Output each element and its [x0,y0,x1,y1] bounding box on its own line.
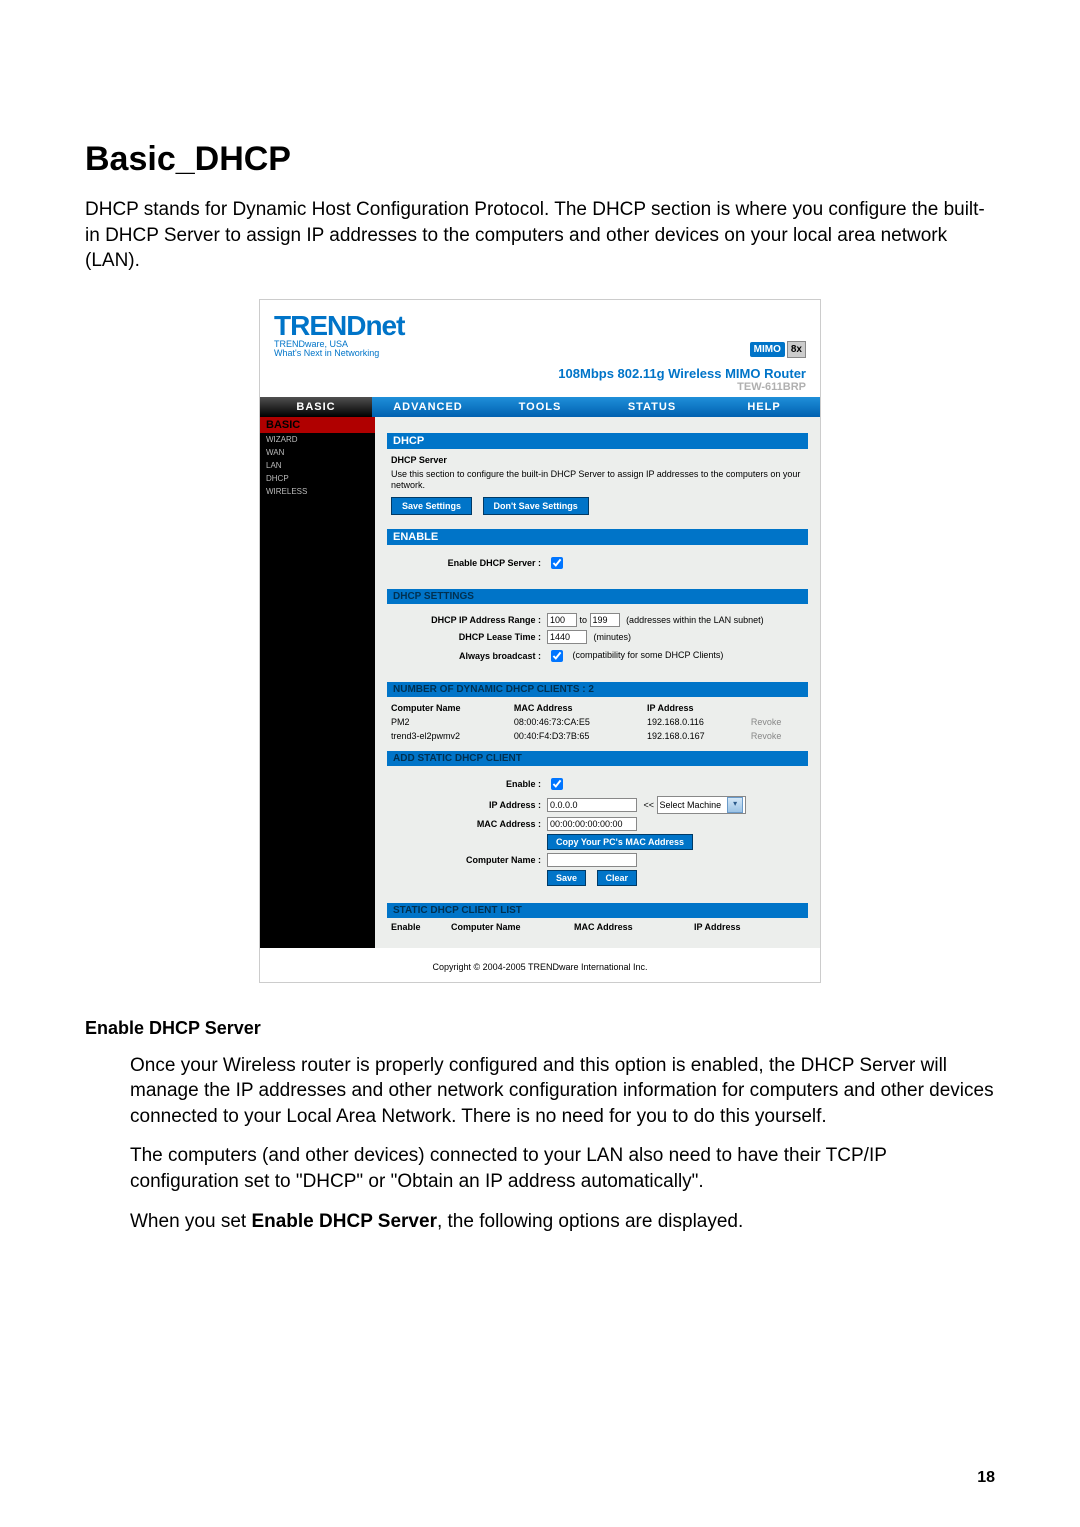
range-label: DHCP IP Address Range : [391,615,547,625]
th-ip-address: IP Address [643,701,747,715]
broadcast-checkbox[interactable] [551,650,563,662]
dynamic-clients-title: NUMBER OF DYNAMIC DHCP CLIENTS : 2 [387,682,808,697]
add-enable-checkbox[interactable] [551,778,563,790]
body-paragraph-3: When you set Enable DHCP Server, the fol… [130,1209,995,1235]
cell-mac: 00:40:F4:D3:7B:65 [510,729,643,743]
copyright-text: Copyright © 2004-2005 TRENDware Internat… [260,948,820,982]
range-to-input[interactable] [590,613,620,627]
product-model: TEW-611BRP [274,381,806,393]
copy-mac-button[interactable]: Copy Your PC's MAC Address [547,834,693,850]
tab-status[interactable]: STATUS [596,397,708,417]
add-mac-input[interactable] [547,817,637,831]
enable-dhcp-checkbox[interactable] [551,557,563,569]
tab-help[interactable]: HELP [708,397,820,417]
select-prefix: << [644,800,655,810]
table-row: PM2 08:00:46:73:CA:E5 192.168.0.116 Revo… [387,715,808,729]
logo-tagline: What's Next in Networking [274,349,404,358]
router-header: TRENDnet TRENDware, USA What's Next in N… [260,300,820,364]
content-area: DHCP DHCP Server Use this section to con… [375,417,820,948]
static-list-title: STATIC DHCP CLIENT LIST [387,903,808,918]
clear-button[interactable]: Clear [597,870,638,886]
revoke-link[interactable]: Revoke [747,729,808,743]
table-row: trend3-el2pwmv2 00:40:F4:D3:7B:65 192.16… [387,729,808,743]
intro-paragraph: DHCP stands for Dynamic Host Configurati… [85,197,995,274]
product-title: 108Mbps 802.11g Wireless MIMO Router [274,366,806,381]
add-ip-label: IP Address : [391,800,547,810]
product-title-row: 108Mbps 802.11g Wireless MIMO Router TEW… [260,364,820,397]
add-enable-label: Enable : [391,779,547,789]
sidebar-item-lan[interactable]: LAN [260,459,375,472]
chevron-down-icon: ▾ [727,797,743,813]
range-hint: (addresses within the LAN subnet) [626,615,764,625]
th-ip-address: IP Address [694,922,804,932]
dhcp-settings-title: DHCP SETTINGS [387,589,808,604]
enable-dhcp-label: Enable DHCP Server : [391,558,547,568]
enable-section-title: ENABLE [387,529,808,545]
logo-block: TRENDnet TRENDware, USA What's Next in N… [274,312,404,358]
dhcp-title: DHCP [387,433,808,449]
range-from-input[interactable] [547,613,577,627]
page-heading: Basic_DHCP [85,140,995,179]
range-to-label: to [580,615,588,625]
sidebar: BASIC WIZARD WAN LAN DHCP WIRELESS [260,417,375,948]
th-computer-name: Computer Name [387,701,510,715]
sidebar-item-dhcp[interactable]: DHCP [260,472,375,485]
add-name-input[interactable] [547,853,637,867]
cell-ip: 192.168.0.167 [643,729,747,743]
add-name-label: Computer Name : [391,855,547,865]
add-ip-input[interactable] [547,798,637,812]
mimo-badge: MIMO [750,342,785,357]
dont-save-settings-button[interactable]: Don't Save Settings [483,497,589,515]
th-mac-address: MAC Address [510,701,643,715]
broadcast-label: Always broadcast : [391,651,547,661]
cell-mac: 08:00:46:73:CA:E5 [510,715,643,729]
save-button[interactable]: Save [547,870,586,886]
th-enable: Enable [391,922,451,932]
add-static-client-title: ADD STATIC DHCP CLIENT [387,751,808,766]
sidebar-item-wireless[interactable]: WIRELESS [260,485,375,498]
router-screenshot: TRENDnet TRENDware, USA What's Next in N… [259,299,821,983]
mimo-badge-block: MIMO8x [750,341,806,358]
sidebar-item-wan[interactable]: WAN [260,446,375,459]
lease-hint: (minutes) [594,632,632,642]
dynamic-clients-table: Computer Name MAC Address IP Address PM2… [387,701,808,743]
cell-name: trend3-el2pwmv2 [387,729,510,743]
cell-ip: 192.168.0.116 [643,715,747,729]
broadcast-hint: (compatibility for some DHCP Clients) [573,650,724,660]
cell-name: PM2 [387,715,510,729]
dhcp-server-desc: Use this section to configure the built-… [391,469,804,491]
section-heading: Enable DHCP Server [85,1018,995,1039]
select-machine-value: Select Machine [660,800,722,810]
body-paragraph-2: The computers (and other devices) connec… [130,1143,995,1194]
th-mac-address: MAC Address [574,922,694,932]
revoke-link[interactable]: Revoke [747,715,808,729]
body-paragraph-1: Once your Wireless router is properly co… [130,1053,995,1130]
router-body: BASIC WIZARD WAN LAN DHCP WIRELESS DHCP … [260,417,820,948]
save-settings-button[interactable]: Save Settings [391,497,472,515]
lease-label: DHCP Lease Time : [391,632,547,642]
th-computer-name: Computer Name [451,922,574,932]
logo-brand: TRENDnet [274,312,404,340]
main-tabs: BASIC ADVANCED TOOLS STATUS HELP [260,397,820,417]
static-list-header: Enable Computer Name MAC Address IP Addr… [387,918,808,936]
tab-basic[interactable]: BASIC [260,397,372,417]
select-machine-dropdown[interactable]: Select Machine ▾ [657,796,747,814]
sidebar-item-wizard[interactable]: WIZARD [260,433,375,446]
dhcp-server-label: DHCP Server [391,455,804,465]
tab-advanced[interactable]: ADVANCED [372,397,484,417]
sidebar-heading: BASIC [260,417,375,433]
page-number: 18 [977,1469,995,1487]
lease-input[interactable] [547,630,587,644]
tab-tools[interactable]: TOOLS [484,397,596,417]
mimo-8x-badge: 8x [787,341,806,358]
add-mac-label: MAC Address : [391,819,547,829]
